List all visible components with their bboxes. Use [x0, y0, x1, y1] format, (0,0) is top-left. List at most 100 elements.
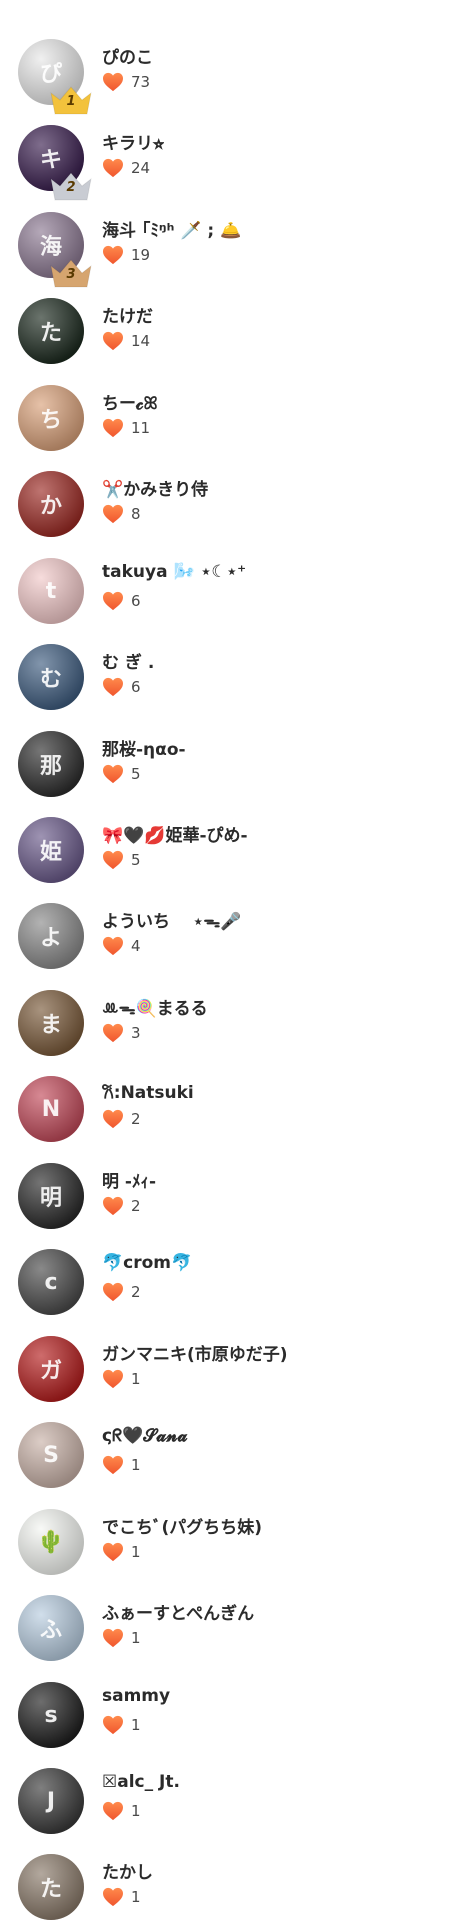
user-name[interactable]: 明 -ﾒｨ- [102, 1167, 156, 1192]
like-count-value: 1 [131, 1888, 141, 1906]
like-count: 6 [102, 590, 141, 612]
avatar[interactable]: 那 [18, 731, 84, 797]
like-count-value: 3 [131, 1024, 141, 1042]
avatar[interactable]: ち [18, 385, 84, 451]
avatar[interactable]: む [18, 644, 84, 710]
like-count-value: 2 [131, 1283, 141, 1301]
user-name[interactable]: ぴのこ [102, 43, 153, 68]
user-name[interactable]: 🎀🖤💋姫華-ぴめ- [102, 821, 248, 846]
list-item[interactable]: よ よういち ⋆ᯓ🎤 4 [0, 897, 463, 981]
like-count: 6 [102, 676, 141, 698]
user-name[interactable]: たかし [102, 1858, 153, 1883]
rank-crown-icon: 1 [48, 83, 94, 117]
list-item[interactable]: s sammy 1 [0, 1676, 463, 1760]
heart-icon [102, 1455, 124, 1475]
like-count-value: 19 [131, 246, 151, 264]
user-name[interactable]: 海斗 ｢ﾐᵑʰ 🗡️ ; 🛎️ [102, 216, 241, 241]
avatar[interactable]: ま [18, 990, 84, 1056]
like-count-value: 14 [131, 332, 151, 350]
list-item[interactable]: 明 明 -ﾒｨ- 2 [0, 1157, 463, 1241]
avatar[interactable]: た [18, 1854, 84, 1920]
like-count: 2 [102, 1195, 141, 1217]
avatar[interactable]: 姫 [18, 817, 84, 883]
rank-number: 1 [66, 94, 76, 109]
like-count-value: 2 [131, 1197, 141, 1215]
like-count: 5 [102, 849, 141, 871]
like-count: 1 [102, 1886, 141, 1908]
like-count: 1 [102, 1627, 141, 1649]
avatar[interactable]: 🌵 [18, 1509, 84, 1575]
user-name[interactable]: 那桜-ηαo- [102, 735, 186, 760]
list-item[interactable]: t takuya 🌬️ ⋆☾⋆⁺ 6 [0, 552, 463, 636]
avatar[interactable]: た [18, 298, 84, 364]
rank-crown-icon: 2 [48, 169, 94, 203]
list-item[interactable]: 海 3 海斗 ｢ﾐᵑʰ 🗡️ ; 🛎️ 19 [0, 206, 463, 290]
user-name[interactable]: む ぎ . [102, 648, 154, 673]
list-item[interactable]: 姫 🎀🖤💋姫華-ぴめ- 5 [0, 811, 463, 895]
like-count-value: 24 [131, 159, 151, 177]
heart-icon [102, 418, 124, 438]
heart-icon [102, 677, 124, 697]
heart-icon [102, 1282, 124, 1302]
avatar[interactable]: 明 [18, 1163, 84, 1229]
like-count: 5 [102, 763, 141, 785]
list-item[interactable]: た たかし 1 [0, 1848, 463, 1932]
heart-icon [102, 1887, 124, 1907]
avatar[interactable]: か [18, 471, 84, 537]
like-count: 11 [102, 417, 150, 439]
list-item[interactable]: ち ちー𝓬ꕤ 11 [0, 379, 463, 463]
like-count: 1 [102, 1368, 141, 1390]
user-name[interactable]: takuya 🌬️ ⋆☾⋆⁺ [102, 562, 246, 582]
list-item[interactable]: N 𐙚:Natsuki 2 [0, 1070, 463, 1154]
like-count-value: 1 [131, 1543, 141, 1561]
avatar-image: 姫 [39, 840, 62, 865]
like-count: 19 [102, 244, 150, 266]
rank-crown-icon: 3 [48, 256, 94, 290]
avatar[interactable]: S [18, 1422, 84, 1488]
user-name[interactable]: ✂️かみきり侍 [102, 475, 208, 500]
user-name[interactable]: ガンマニキ(市原ゆだ子) [102, 1340, 288, 1365]
avatar-image: ま [39, 1013, 62, 1038]
user-name[interactable]: ςᖇ🖤𝓢𝓪𝓷𝓪 [102, 1426, 188, 1446]
list-item[interactable]: ガ ガンマニキ(市原ゆだ子) 1 [0, 1330, 463, 1414]
heart-icon [102, 331, 124, 351]
list-item[interactable]: む む ぎ . 6 [0, 638, 463, 722]
list-item[interactable]: ま ꔛᯓ🍭まるる 3 [0, 984, 463, 1068]
heart-icon [102, 245, 124, 265]
like-count-value: 1 [131, 1629, 141, 1647]
list-item[interactable]: た たけだ 14 [0, 292, 463, 376]
avatar[interactable]: よ [18, 903, 84, 969]
like-count-value: 11 [131, 419, 151, 437]
user-name[interactable]: よういち ⋆ᯓ🎤 [102, 907, 242, 932]
list-item[interactable]: か ✂️かみきり侍 8 [0, 465, 463, 549]
list-item[interactable]: ふ ふぁーすとぺんぎん 1 [0, 1589, 463, 1673]
list-item[interactable]: Sςᖇ🖤𝓢𝓪𝓷𝓪 1 [0, 1416, 463, 1500]
avatar-image: た [39, 321, 62, 346]
avatar[interactable]: ガ [18, 1336, 84, 1402]
user-name[interactable]: でこちﾞ(パグちち妹) [102, 1513, 262, 1538]
list-item[interactable]: J ☒alc_ Jt. 1 [0, 1762, 463, 1846]
avatar[interactable]: c [18, 1249, 84, 1315]
user-name[interactable]: ふぁーすとぺんぎん [102, 1599, 254, 1624]
user-name[interactable]: 𐙚:Natsuki [102, 1080, 194, 1103]
user-name[interactable]: たけだ [102, 302, 153, 327]
list-item[interactable]: ぴ 1 ぴのこ 73 [0, 33, 463, 117]
heart-icon [102, 1542, 124, 1562]
user-name[interactable]: sammy [102, 1686, 170, 1706]
list-item[interactable]: 那 那桜-ηαo- 5 [0, 725, 463, 809]
list-item[interactable]: キ 2 キラリ⭐︎ 24 [0, 119, 463, 203]
avatar-image: t [45, 578, 57, 604]
avatar[interactable]: N [18, 1076, 84, 1142]
user-name[interactable]: ꔛᯓ🍭まるる [102, 994, 208, 1019]
user-name[interactable]: 🐬crom🐬 [102, 1253, 192, 1273]
list-item[interactable]: 🌵 でこちﾞ(パグちち妹) 1 [0, 1503, 463, 1587]
avatar[interactable]: s [18, 1682, 84, 1748]
avatar[interactable]: J [18, 1768, 84, 1834]
avatar[interactable]: ふ [18, 1595, 84, 1661]
avatar[interactable]: t [18, 558, 84, 624]
user-name[interactable]: ☒alc_ Jt. [102, 1772, 180, 1792]
user-name[interactable]: キラリ⭐︎ [102, 129, 164, 154]
list-item[interactable]: c 🐬crom🐬 2 [0, 1243, 463, 1327]
user-name[interactable]: ちー𝓬ꕤ [102, 389, 158, 414]
like-count-value: 8 [131, 505, 141, 523]
